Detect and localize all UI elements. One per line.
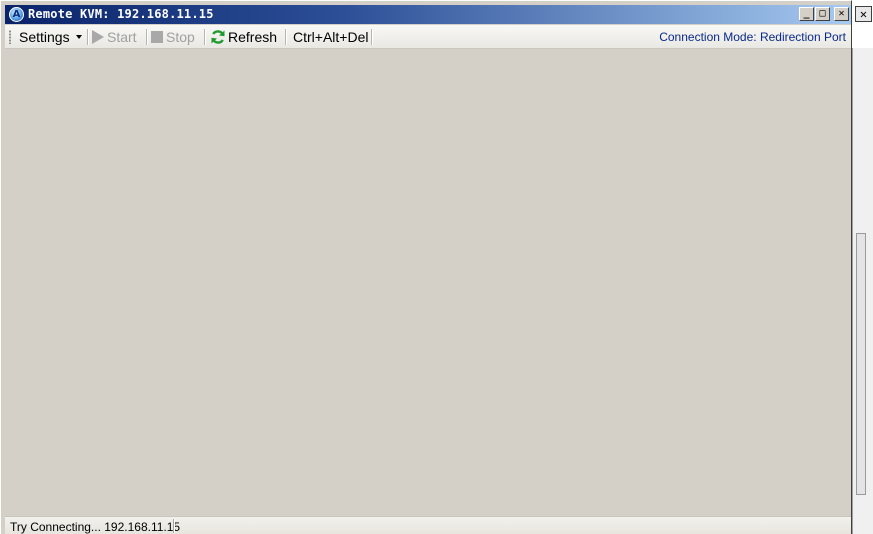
refresh-button[interactable]: Refresh (210, 27, 277, 47)
status-text: Try Connecting... 192.168.11.15 (10, 520, 181, 534)
stop-button[interactable]: Stop (151, 27, 195, 47)
toolbar-separator (204, 29, 206, 45)
settings-menu-button[interactable]: Settings (19, 27, 82, 47)
caret-down-icon (75, 35, 82, 40)
minimize-button[interactable]: _ (799, 7, 814, 21)
stop-label: Stop (166, 29, 195, 45)
start-label: Start (107, 29, 137, 45)
background-close-button[interactable]: ✕ (855, 6, 872, 22)
toolbar-separator (285, 29, 287, 45)
ctrl-alt-del-button[interactable]: Ctrl+Alt+Del (293, 27, 368, 47)
status-separator (173, 519, 175, 533)
toolbar: Settings Start Stop Refresh Ctrl+Alt+Del… (5, 25, 851, 49)
toolbar-separator (371, 29, 373, 45)
connection-mode-label: Connection Mode: Redirection Port (659, 30, 846, 44)
play-icon (92, 29, 104, 44)
ctrl-alt-del-label: Ctrl+Alt+Del (293, 29, 369, 45)
toolbar-separator (146, 29, 148, 45)
app-icon[interactable]: A (9, 7, 24, 22)
background-scrollbar-thumb[interactable] (856, 233, 866, 495)
window-title: Remote KVM: 192.168.11.15 (28, 7, 214, 21)
settings-label: Settings (19, 29, 70, 45)
start-button[interactable]: Start (92, 27, 137, 47)
maximize-button[interactable]: □ (815, 7, 830, 21)
title-bar[interactable]: A Remote KVM: 192.168.11.15 _ □ ✕ (5, 5, 851, 24)
close-button[interactable]: ✕ (834, 7, 849, 21)
remote-screen-area[interactable] (5, 49, 851, 515)
background-scrollbar[interactable] (852, 48, 873, 534)
stop-icon (151, 30, 163, 43)
kvm-window: A Remote KVM: 192.168.11.15 _ □ ✕ Settin… (0, 0, 852, 534)
status-bar: Try Connecting... 192.168.11.15 (5, 516, 851, 534)
toolbar-grip[interactable] (9, 30, 11, 44)
refresh-label: Refresh (228, 29, 278, 45)
toolbar-separator (87, 29, 89, 45)
refresh-icon (211, 30, 225, 44)
